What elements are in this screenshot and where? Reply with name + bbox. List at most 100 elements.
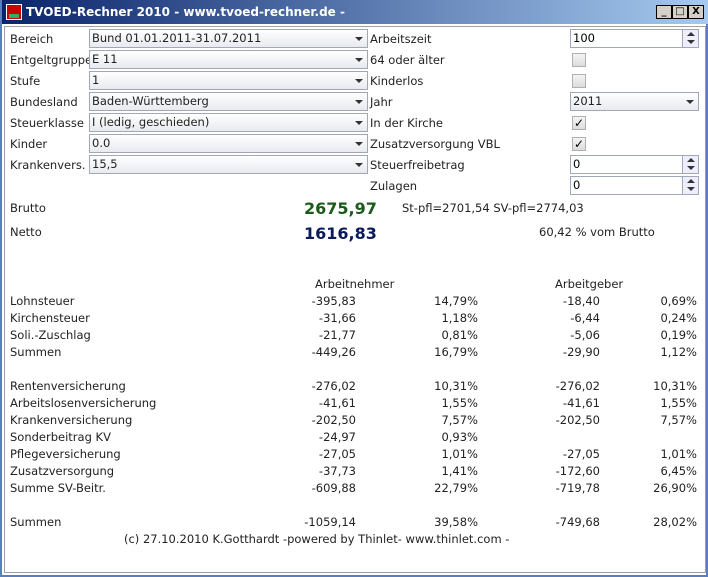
zulagen-spinner[interactable]: 0 [570,176,699,195]
cell-an-pct: 0,93% [441,430,478,444]
cell-an: -27,05 [318,447,356,461]
row-label: Sonderbeitrag KV [10,430,111,444]
kinderlos-label: Kinderlos [370,74,424,88]
header-arbeitnehmer: Arbeitnehmer [315,277,395,291]
select-value: 0.0 [92,136,111,150]
row-label: Rentenversicherung [10,379,126,393]
arrow-up-icon[interactable] [687,32,695,36]
row-label: Lohnsteuer [10,294,75,308]
close-button[interactable]: X [688,5,704,19]
kinderlos-checkbox[interactable] [572,74,586,88]
row-label: Arbeitslosenversicherung [10,396,157,410]
cell-an-pct: 1,18% [441,311,478,325]
maximize-button[interactable]: □ [672,5,688,19]
title-bar: TVOED-Rechner 2010 - www.tvoed-rechner.d… [2,0,708,24]
cell-ag-pct: 1,12% [660,345,697,359]
cell-an-pct: 0,81% [441,328,478,342]
arrow-up-icon[interactable] [687,179,695,183]
cell-an: -395,83 [311,294,356,308]
steuerfreibetrag-spinner[interactable]: 0 [570,155,699,174]
select-kinder[interactable]: 0.0 [89,134,368,153]
spinner-buttons[interactable] [682,156,698,173]
select-steuerklasse[interactable]: I (ledig, geschieden) [89,113,368,132]
select-value: E 11 [92,52,118,66]
calculator-panel: Bereich Bund 01.01.2011-31.07.2011 Entgelt… [4,26,706,573]
cell-an-pct: 10,31% [434,379,478,393]
select-entgeltgruppe[interactable]: E 11 [89,50,368,69]
select-bereich[interactable]: Bund 01.01.2011-31.07.2011 [89,29,368,48]
arrow-down-icon[interactable] [687,40,695,44]
vbl-label: Zusatzversorgung VBL [370,137,500,151]
cell-an: -24,97 [318,430,356,444]
spinner-value: 100 [573,31,595,45]
cell-an: -609,88 [311,481,356,495]
arrow-down-icon[interactable] [687,187,695,191]
alter64-label: 64 oder älter [370,53,445,67]
netto-value: 1616,83 [304,224,377,243]
spinner-value: 0 [573,157,581,171]
cell-an: -41,61 [318,396,356,410]
field-label: Krankenvers. [10,158,86,172]
cell-ag-pct: 10,31% [653,379,697,393]
cell-an-pct: 22,79% [434,481,478,495]
spinner-buttons[interactable] [682,30,698,47]
row-label: Summen [10,345,62,359]
spinner-buttons[interactable] [682,177,698,194]
arbeitszeit-spinner[interactable]: 100 [570,29,699,48]
alter64-checkbox[interactable] [572,53,586,67]
cell-ag-pct: 0,24% [660,311,697,325]
cell-ag: -6,44 [570,311,600,325]
checkmark-icon: ✓ [573,137,585,151]
cell-an-pct: 16,79% [434,345,478,359]
row-label: Soli.-Zuschlag [10,328,91,342]
checkmark-icon: ✓ [573,116,585,130]
window-title: TVOED-Rechner 2010 - www.tvoed-rechner.d… [26,5,345,19]
footer-credits: (c) 27.10.2010 K.Gotthardt -powered by T… [124,532,510,546]
select-krankenvers[interactable]: 15,5 [89,155,368,174]
cell-an-pct: 14,79% [434,294,478,308]
cell-ag-pct: 1,55% [660,396,697,410]
header-arbeitgeber: Arbeitgeber [555,277,624,291]
row-label: Krankenversicherung [10,413,133,427]
row-label: Summen [10,515,62,529]
row-label: Zusatzversorgung [10,464,115,478]
cell-an: -276,02 [311,379,356,393]
chevron-down-icon [355,163,363,167]
select-value: 15,5 [92,157,118,171]
field-label: Entgeltgruppe [10,53,93,67]
cell-an: -31,66 [318,311,356,325]
select-stufe[interactable]: 1 [89,71,368,90]
cell-an: -202,50 [311,413,356,427]
steuerfreibetrag-label: Steuerfreibetrag [370,158,465,172]
jahr-select[interactable]: 2011 [570,92,699,111]
cell-ag-pct: 26,90% [653,481,697,495]
select-value: I (ledig, geschieden) [92,115,210,129]
cell-ag: -749,68 [555,515,600,529]
minimize-button[interactable]: _ [656,5,672,19]
kirche-checkbox[interactable]: ✓ [572,116,586,130]
chevron-down-icon [355,79,363,83]
chevron-down-icon [355,142,363,146]
cell-ag: -719,78 [555,481,600,495]
cell-an-pct: 7,57% [441,413,478,427]
chevron-down-icon [355,58,363,62]
kirche-label: In der Kirche [370,116,443,130]
arrow-down-icon[interactable] [687,166,695,170]
vbl-checkbox[interactable]: ✓ [572,137,586,151]
cell-ag-pct: 7,57% [660,413,697,427]
cell-ag-pct [622,429,697,446]
app-icon [6,4,22,20]
arbeitszeit-label: Arbeitszeit [370,32,432,46]
cell-an: -21,77 [318,328,356,342]
chevron-down-icon [355,100,363,104]
cell-an: -449,26 [311,345,356,359]
chevron-down-icon [355,121,363,125]
select-value: Baden-Württemberg [92,94,209,108]
cell-ag: -276,02 [555,379,600,393]
arrow-up-icon[interactable] [687,158,695,162]
cell-ag: -29,90 [562,345,600,359]
row-label: Summe SV-Beitr. [10,481,106,495]
cell-ag-pct: 0,19% [660,328,697,342]
select-bundesland[interactable]: Baden-Württemberg [89,92,368,111]
cell-an-pct: 1,01% [441,447,478,461]
